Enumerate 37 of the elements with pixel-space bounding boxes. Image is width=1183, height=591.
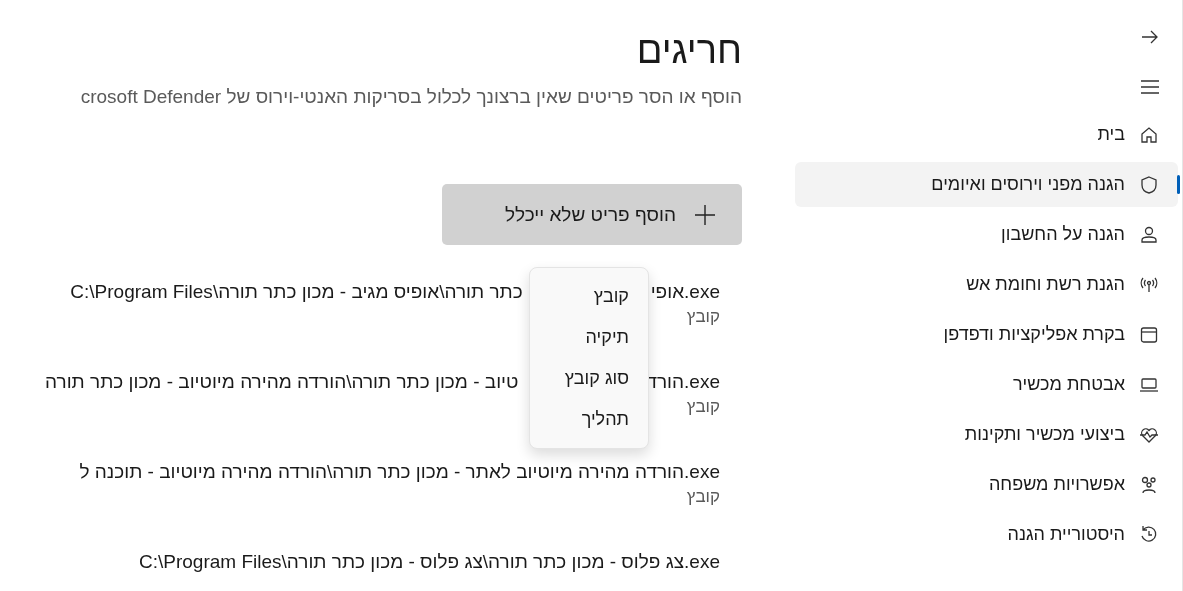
plus-icon	[694, 203, 716, 226]
menu-item[interactable]: תיקיה	[530, 317, 648, 358]
file-path: כתר תורה\אופיס מגיב - מכון כתר תורה\C:\Program Files	[70, 281, 523, 303]
add-exclusion-button[interactable]: הוסף פריט שלא ייכלל	[442, 184, 742, 245]
nav-item[interactable]: הגנה על החשבון	[795, 212, 1178, 257]
exclusion-type: קובץ	[685, 307, 720, 327]
nav-item[interactable]: בית	[795, 112, 1178, 157]
file-extension: .exe	[684, 461, 720, 483]
file-extension: .exe	[684, 281, 720, 303]
menu-item[interactable]: תהליך	[530, 399, 648, 440]
nav-item[interactable]: אפשרויות משפחה	[795, 462, 1178, 507]
file-name: הורד	[646, 371, 685, 393]
nav-item[interactable]: ביצועי מכשיר ותקינות	[795, 412, 1178, 457]
nav-item[interactable]: הגנת רשת וחומת אש	[795, 262, 1178, 307]
nav-item[interactable]: אבטחת מכשיר	[795, 362, 1178, 407]
file-name: הורדה מהירה מיוטיוב לאתר - מכון כתר תורה\הורדה מהירה מיוטיוב - תוכנה ל	[79, 461, 685, 483]
file-extension: .exe	[684, 551, 720, 573]
file-path: טיוב - מכון כתר תורה\הורדה מהירה מיוטיוב - מכון כתר תורה	[45, 371, 519, 393]
page-title: חריגים	[635, 28, 742, 72]
person-icon	[1139, 224, 1159, 245]
menu-item[interactable]: קובץ	[530, 276, 648, 317]
nav-item[interactable]: בקרת אפליקציות ודפדפן	[795, 312, 1178, 357]
exclusion-type: קובץ	[685, 487, 720, 507]
arrow-icon	[1141, 28, 1159, 46]
menu-icon	[1141, 80, 1159, 94]
window-icon	[1139, 324, 1159, 345]
menu-item[interactable]: סוג קובץ	[530, 358, 648, 399]
shield-icon	[1139, 174, 1159, 195]
file-name: צג פלוס - מכון כתר תורה\צג פלוס - מכון כתר תורה\C:\Program Files	[139, 551, 685, 573]
exclusion-type: קובץ	[685, 397, 720, 417]
file-extension: .exe	[684, 371, 720, 393]
page-description: הוסף או הסר פריטים שאין ברצונך לכלול בסריקות האנטי-וירוס של crosoft Defender	[79, 86, 742, 108]
file-name: אופי	[650, 281, 685, 303]
history-icon	[1139, 524, 1159, 545]
family-icon	[1139, 474, 1159, 495]
nav-item[interactable]: הגנה מפני וירוסים ואיומים	[795, 162, 1178, 207]
nav-item[interactable]: היסטוריית הגנה	[795, 512, 1178, 557]
